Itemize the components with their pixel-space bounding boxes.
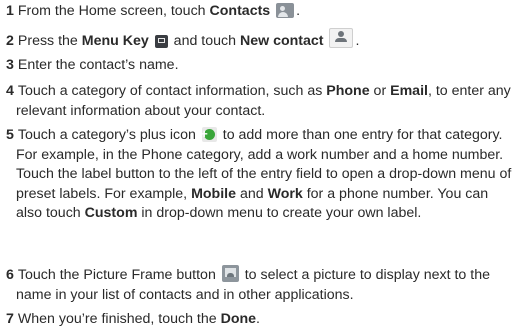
step-number: 3 [6,57,14,73]
step-6-text: 6 Touch the Picture Frame button to selec… [6,265,490,303]
new-contact-icon [329,28,354,48]
done-label: Done [220,311,257,327]
step-3: 3 Enter the contact’s name. [6,56,518,76]
picture-frame-icon [221,265,239,282]
step-number: 2 [6,33,14,49]
phone-label: Phone [326,83,370,99]
step-4-text: 4 Touch a category of contact information… [6,83,511,119]
email-label: Email [390,83,428,99]
step-number: 7 [6,311,14,327]
work-label: Work [267,185,303,202]
step-number: 5 [6,127,14,143]
step-6: 6 Touch the Picture Frame button to selec… [6,265,518,305]
step-2: 2 Press the Menu Key and touch New contac… [6,28,518,52]
mobile-label: Mobile [191,185,236,202]
step-number: 1 [6,3,14,19]
step-number: 4 [6,83,14,99]
step-2-text: 2 Press the Menu Key and touch New contac… [6,28,518,52]
step-7-text: 7 When you’re finished, touch the Done. [6,311,260,327]
menu-key-icon [154,35,168,48]
menu-key-label: Menu Key [81,33,149,49]
custom-label: Custom [84,205,138,221]
contacts-app-icon [276,3,295,18]
new-contact-label: New contact [239,33,324,49]
step-number: 6 [6,267,14,283]
step-1-text: 1 From the Home screen, touch Contacts . [6,3,301,19]
step-1: 1 From the Home screen, touch Contacts . [6,2,518,22]
contacts-label: Contacts [209,3,271,19]
step-5: 5Touch a category’s plus icon to add mor… [6,125,518,224]
step-5-text: 5Touch a category’s plus icon to add mor… [6,125,518,224]
green-plus-icon [201,125,217,143]
step-4: 4 Touch a category of contact information… [6,82,518,121]
step-3-text: 3 Enter the contact’s name. [6,57,179,73]
step-7: 7 When you’re finished, touch the Done. [6,310,518,330]
